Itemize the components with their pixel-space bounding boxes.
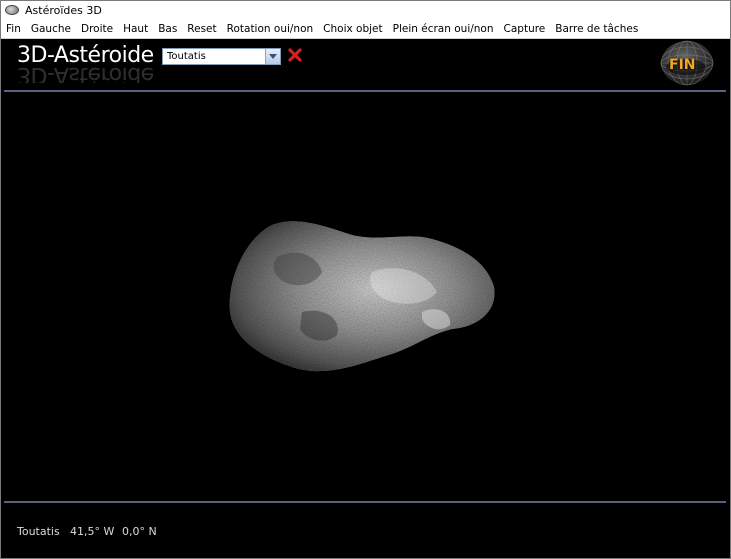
menu-fin[interactable]: Fin: [1, 19, 26, 39]
menu-rotation[interactable]: Rotation oui/non: [222, 19, 319, 39]
header-divider: [4, 90, 726, 92]
status-bar: Toutatis 41,5° W 0,0° N: [1, 504, 730, 558]
title-bar: Astéroïdes 3D: [1, 1, 730, 19]
brand-reflection: 3D-Astéroide: [17, 65, 154, 83]
asteroid-model[interactable]: [222, 217, 497, 377]
fin-button-label[interactable]: FIN: [669, 57, 696, 73]
object-select-value: Toutatis: [167, 51, 206, 62]
menu-bar: Fin Gauche Droite Haut Bas Reset Rotatio…: [1, 19, 730, 39]
app-window: Astéroïdes 3D Fin Gauche Droite Haut Bas…: [0, 0, 731, 559]
status-divider: [4, 501, 726, 503]
status-latitude: 0,0° N: [122, 525, 157, 538]
object-select[interactable]: Toutatis: [162, 48, 281, 65]
window-title: Astéroïdes 3D: [25, 3, 102, 17]
menu-reset[interactable]: Reset: [182, 19, 221, 39]
menu-droite[interactable]: Droite: [76, 19, 118, 39]
menu-choix-objet[interactable]: Choix objet: [318, 19, 387, 39]
menu-haut[interactable]: Haut: [118, 19, 153, 39]
menu-plein-ecran[interactable]: Plein écran oui/non: [388, 19, 499, 39]
asteroid-icon: [5, 5, 19, 15]
app-header: 3D-Astéroide 3D-Astéroide Toutatis FIN: [1, 39, 730, 91]
menu-barre-taches[interactable]: Barre de tâches: [550, 19, 643, 39]
close-icon[interactable]: [287, 47, 303, 63]
chevron-down-icon[interactable]: [265, 49, 280, 64]
menu-gauche[interactable]: Gauche: [26, 19, 76, 39]
status-longitude: 41,5° W: [70, 525, 115, 538]
status-object: Toutatis: [17, 525, 60, 538]
menu-bas[interactable]: Bas: [153, 19, 182, 39]
menu-capture[interactable]: Capture: [499, 19, 551, 39]
3d-viewport[interactable]: [4, 93, 726, 500]
